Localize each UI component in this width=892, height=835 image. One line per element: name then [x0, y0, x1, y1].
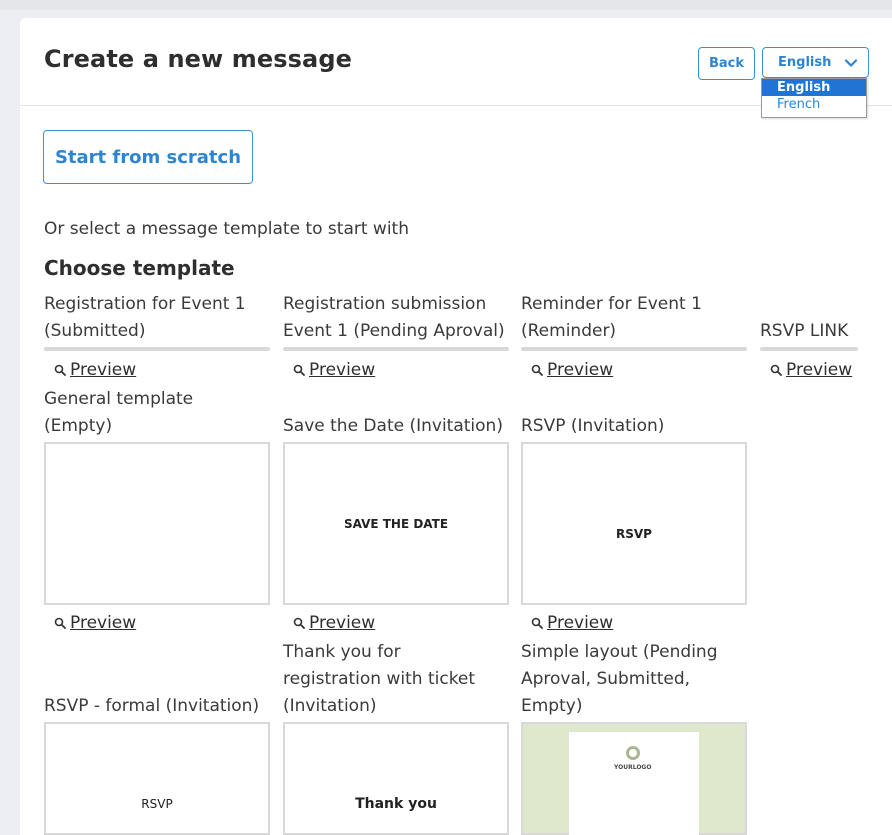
preview-label: Preview — [786, 360, 853, 380]
template-thumbnail-simple-layout[interactable]: YOURLOGO — [521, 722, 747, 835]
search-icon — [531, 364, 543, 376]
thumbnail-logo-text: YOURLOGO — [614, 764, 652, 771]
thumbnail-text: Thank you — [355, 795, 437, 812]
template-card-collapsed[interactable] — [283, 347, 509, 351]
template-name-line: Simple layout (Pending — [521, 642, 718, 662]
preview-link[interactable]: Preview — [54, 360, 136, 380]
preview-link[interactable]: Preview — [531, 360, 613, 380]
preview-link[interactable]: Preview — [293, 613, 375, 633]
template-card-collapsed[interactable] — [760, 347, 858, 351]
template-card-collapsed[interactable] — [44, 347, 270, 351]
template-name-reminder: Reminder for Event 1 (Reminder) — [521, 291, 702, 345]
template-name-line: (Submitted) — [44, 321, 146, 341]
template-name-line: General template — [44, 389, 194, 409]
language-option-french[interactable]: French — [762, 96, 866, 113]
search-icon — [293, 617, 305, 629]
template-card-collapsed[interactable] — [521, 347, 747, 351]
top-strip — [0, 0, 892, 10]
template-name-save-the-date: Save the Date (Invitation) — [283, 413, 503, 440]
preview-link[interactable]: Preview — [293, 360, 375, 380]
create-message-panel: Create a new message Back English Englis… — [20, 18, 892, 835]
preview-label: Preview — [309, 613, 376, 633]
language-select[interactable]: English — [762, 47, 869, 78]
template-instructions: Or select a message template to start wi… — [44, 219, 409, 239]
language-select-value: English — [778, 55, 832, 70]
search-icon — [293, 364, 305, 376]
template-name-line: Aproval, Submitted, — [521, 669, 691, 689]
template-name-registration-submission: Registration submission Event 1 (Pending… — [283, 291, 505, 345]
thumbnail-text: RSVP — [616, 526, 652, 541]
language-dropdown-list: English French — [761, 78, 867, 118]
chevron-down-icon — [844, 59, 858, 67]
template-name-line: Save the Date (Invitation) — [283, 416, 503, 436]
template-name-line: Reminder for Event 1 — [521, 294, 702, 314]
template-thumbnail-save-the-date[interactable]: SAVE THE DATE — [283, 442, 509, 605]
template-thumbnail-rsvp-formal[interactable]: RSVP — [44, 722, 270, 835]
preview-link[interactable]: Preview — [54, 613, 136, 633]
template-name-simple-layout: Simple layout (Pending Aproval, Submitte… — [521, 639, 718, 720]
preview-label: Preview — [70, 613, 137, 633]
template-name-rsvp: RSVP (Invitation) — [521, 413, 664, 440]
search-icon — [54, 617, 66, 629]
preview-label: Preview — [70, 360, 137, 380]
template-name-line: (Invitation) — [283, 696, 377, 716]
back-button[interactable]: Back — [698, 47, 755, 80]
search-icon — [531, 617, 543, 629]
template-name-line: (Reminder) — [521, 321, 617, 341]
language-option-english[interactable]: English — [762, 79, 866, 96]
template-name-line: RSVP (Invitation) — [521, 416, 665, 436]
template-thumbnail-thank-you[interactable]: Thank you — [283, 722, 509, 835]
template-name-line: registration with ticket — [283, 669, 476, 689]
template-name-line: Empty) — [521, 696, 583, 716]
template-thumbnail-rsvp[interactable]: RSVP — [521, 442, 747, 605]
thumbnail-text: SAVE THE DATE — [343, 516, 449, 531]
template-name-line: Registration submission — [283, 294, 487, 314]
preview-label: Preview — [547, 360, 614, 380]
template-name-thank-you: Thank you for registration with ticket (… — [283, 639, 475, 720]
start-from-scratch-button[interactable]: Start from scratch — [43, 130, 253, 184]
template-name-line: RSVP LINK — [760, 321, 849, 341]
template-thumbnail-general[interactable] — [44, 442, 270, 605]
template-name-line: (Empty) — [44, 416, 113, 436]
search-icon — [54, 364, 66, 376]
thumbnail-text: RSVP — [141, 796, 173, 811]
page-title: Create a new message — [44, 45, 352, 73]
template-name-rsvp-link: RSVP LINK — [760, 318, 848, 345]
template-name-line: Thank you for — [283, 642, 401, 662]
preview-label: Preview — [309, 360, 376, 380]
preview-label: Preview — [547, 613, 614, 633]
template-name-line: Event 1 (Pending Aproval) — [283, 321, 505, 341]
search-icon — [770, 364, 782, 376]
thumbnail-paper: YOURLOGO — [569, 732, 699, 835]
template-name-line: RSVP - formal (Invitation) — [44, 696, 260, 716]
choose-template-heading: Choose template — [44, 256, 235, 280]
template-name-registration-event1: Registration for Event 1 (Submitted) — [44, 291, 246, 345]
template-name-rsvp-formal: RSVP - formal (Invitation) — [44, 693, 259, 720]
template-name-line: Registration for Event 1 — [44, 294, 246, 314]
template-name-general: General template (Empty) — [44, 386, 193, 440]
preview-link[interactable]: Preview — [770, 360, 852, 380]
logo-icon — [626, 746, 640, 760]
preview-link[interactable]: Preview — [531, 613, 613, 633]
